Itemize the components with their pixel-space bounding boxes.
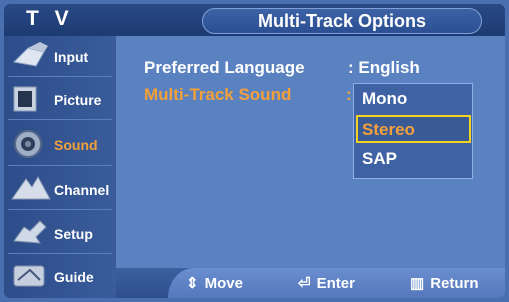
footer-hint-area: ⇕ Move ⏎ Enter ▥ Return <box>168 268 505 298</box>
sound-icon <box>10 128 52 160</box>
menu-frame: T V Multi-Track Options Input Picture So… <box>4 4 505 298</box>
enter-icon: ⏎ <box>298 275 311 292</box>
sidebar-item-sound[interactable]: Sound <box>4 124 116 164</box>
sidebar-item-setup[interactable]: Setup <box>4 213 116 253</box>
sidebar-item-channel[interactable]: Channel <box>4 169 116 209</box>
option-stereo[interactable]: Stereo <box>356 115 471 143</box>
move-label: Move <box>204 275 243 292</box>
footer-bar: ⇕ Move ⏎ Enter ▥ Return <box>116 268 505 298</box>
enter-label: Enter <box>316 275 355 292</box>
main-panel: Preferred Language : English Multi-Track… <box>116 36 505 268</box>
sidebar-item-guide[interactable]: Guide <box>4 256 116 296</box>
sidebar-item-label: Guide <box>54 269 94 285</box>
return-hint: ▥ Return <box>410 274 479 292</box>
sidebar-item-input[interactable]: Input <box>4 36 116 76</box>
sidebar-divider <box>8 76 112 77</box>
sidebar-item-label: Setup <box>54 226 93 242</box>
move-hint: ⇕ Move <box>186 274 243 292</box>
header-bar: T V Multi-Track Options <box>4 4 505 36</box>
tv-label: T V <box>26 7 74 30</box>
sidebar: Input Picture Sound Channel Setup Guide <box>4 36 116 298</box>
menu-icon: ▥ <box>410 275 425 292</box>
sidebar-item-picture[interactable]: Picture <box>4 79 116 119</box>
multi-track-options-list: Mono Stereo SAP <box>353 83 473 179</box>
menu-title-pill: Multi-Track Options <box>202 8 482 34</box>
sidebar-item-label: Picture <box>54 92 102 108</box>
sidebar-divider <box>8 253 112 254</box>
sidebar-divider <box>8 119 112 120</box>
sidebar-item-label: Input <box>54 49 89 65</box>
option-label: Mono <box>362 89 408 108</box>
input-icon <box>10 40 52 72</box>
option-sap[interactable]: SAP <box>358 146 468 172</box>
menu-title: Multi-Track Options <box>257 11 426 31</box>
option-label: SAP <box>362 149 397 168</box>
sidebar-divider <box>8 165 112 166</box>
channel-icon <box>10 173 52 205</box>
up-down-arrow-icon: ⇕ <box>186 275 199 292</box>
option-label: Stereo <box>362 120 415 139</box>
picture-icon <box>10 83 52 115</box>
tv-menu-screen: T V Multi-Track Options Input Picture So… <box>0 0 509 302</box>
multi-track-colon: : <box>346 85 352 104</box>
preferred-language-label: Preferred Language <box>144 58 305 77</box>
setup-icon <box>10 217 52 249</box>
guide-icon <box>10 260 52 292</box>
enter-hint: ⏎ Enter <box>298 274 355 292</box>
option-mono[interactable]: Mono <box>358 86 468 112</box>
sidebar-divider <box>8 209 112 210</box>
preferred-language-value[interactable]: : English <box>348 58 420 78</box>
sidebar-item-label: Sound <box>54 137 98 153</box>
return-label: Return <box>430 275 479 292</box>
multi-track-sound-label: Multi-Track Sound <box>144 85 292 104</box>
sidebar-item-label: Channel <box>54 182 110 198</box>
